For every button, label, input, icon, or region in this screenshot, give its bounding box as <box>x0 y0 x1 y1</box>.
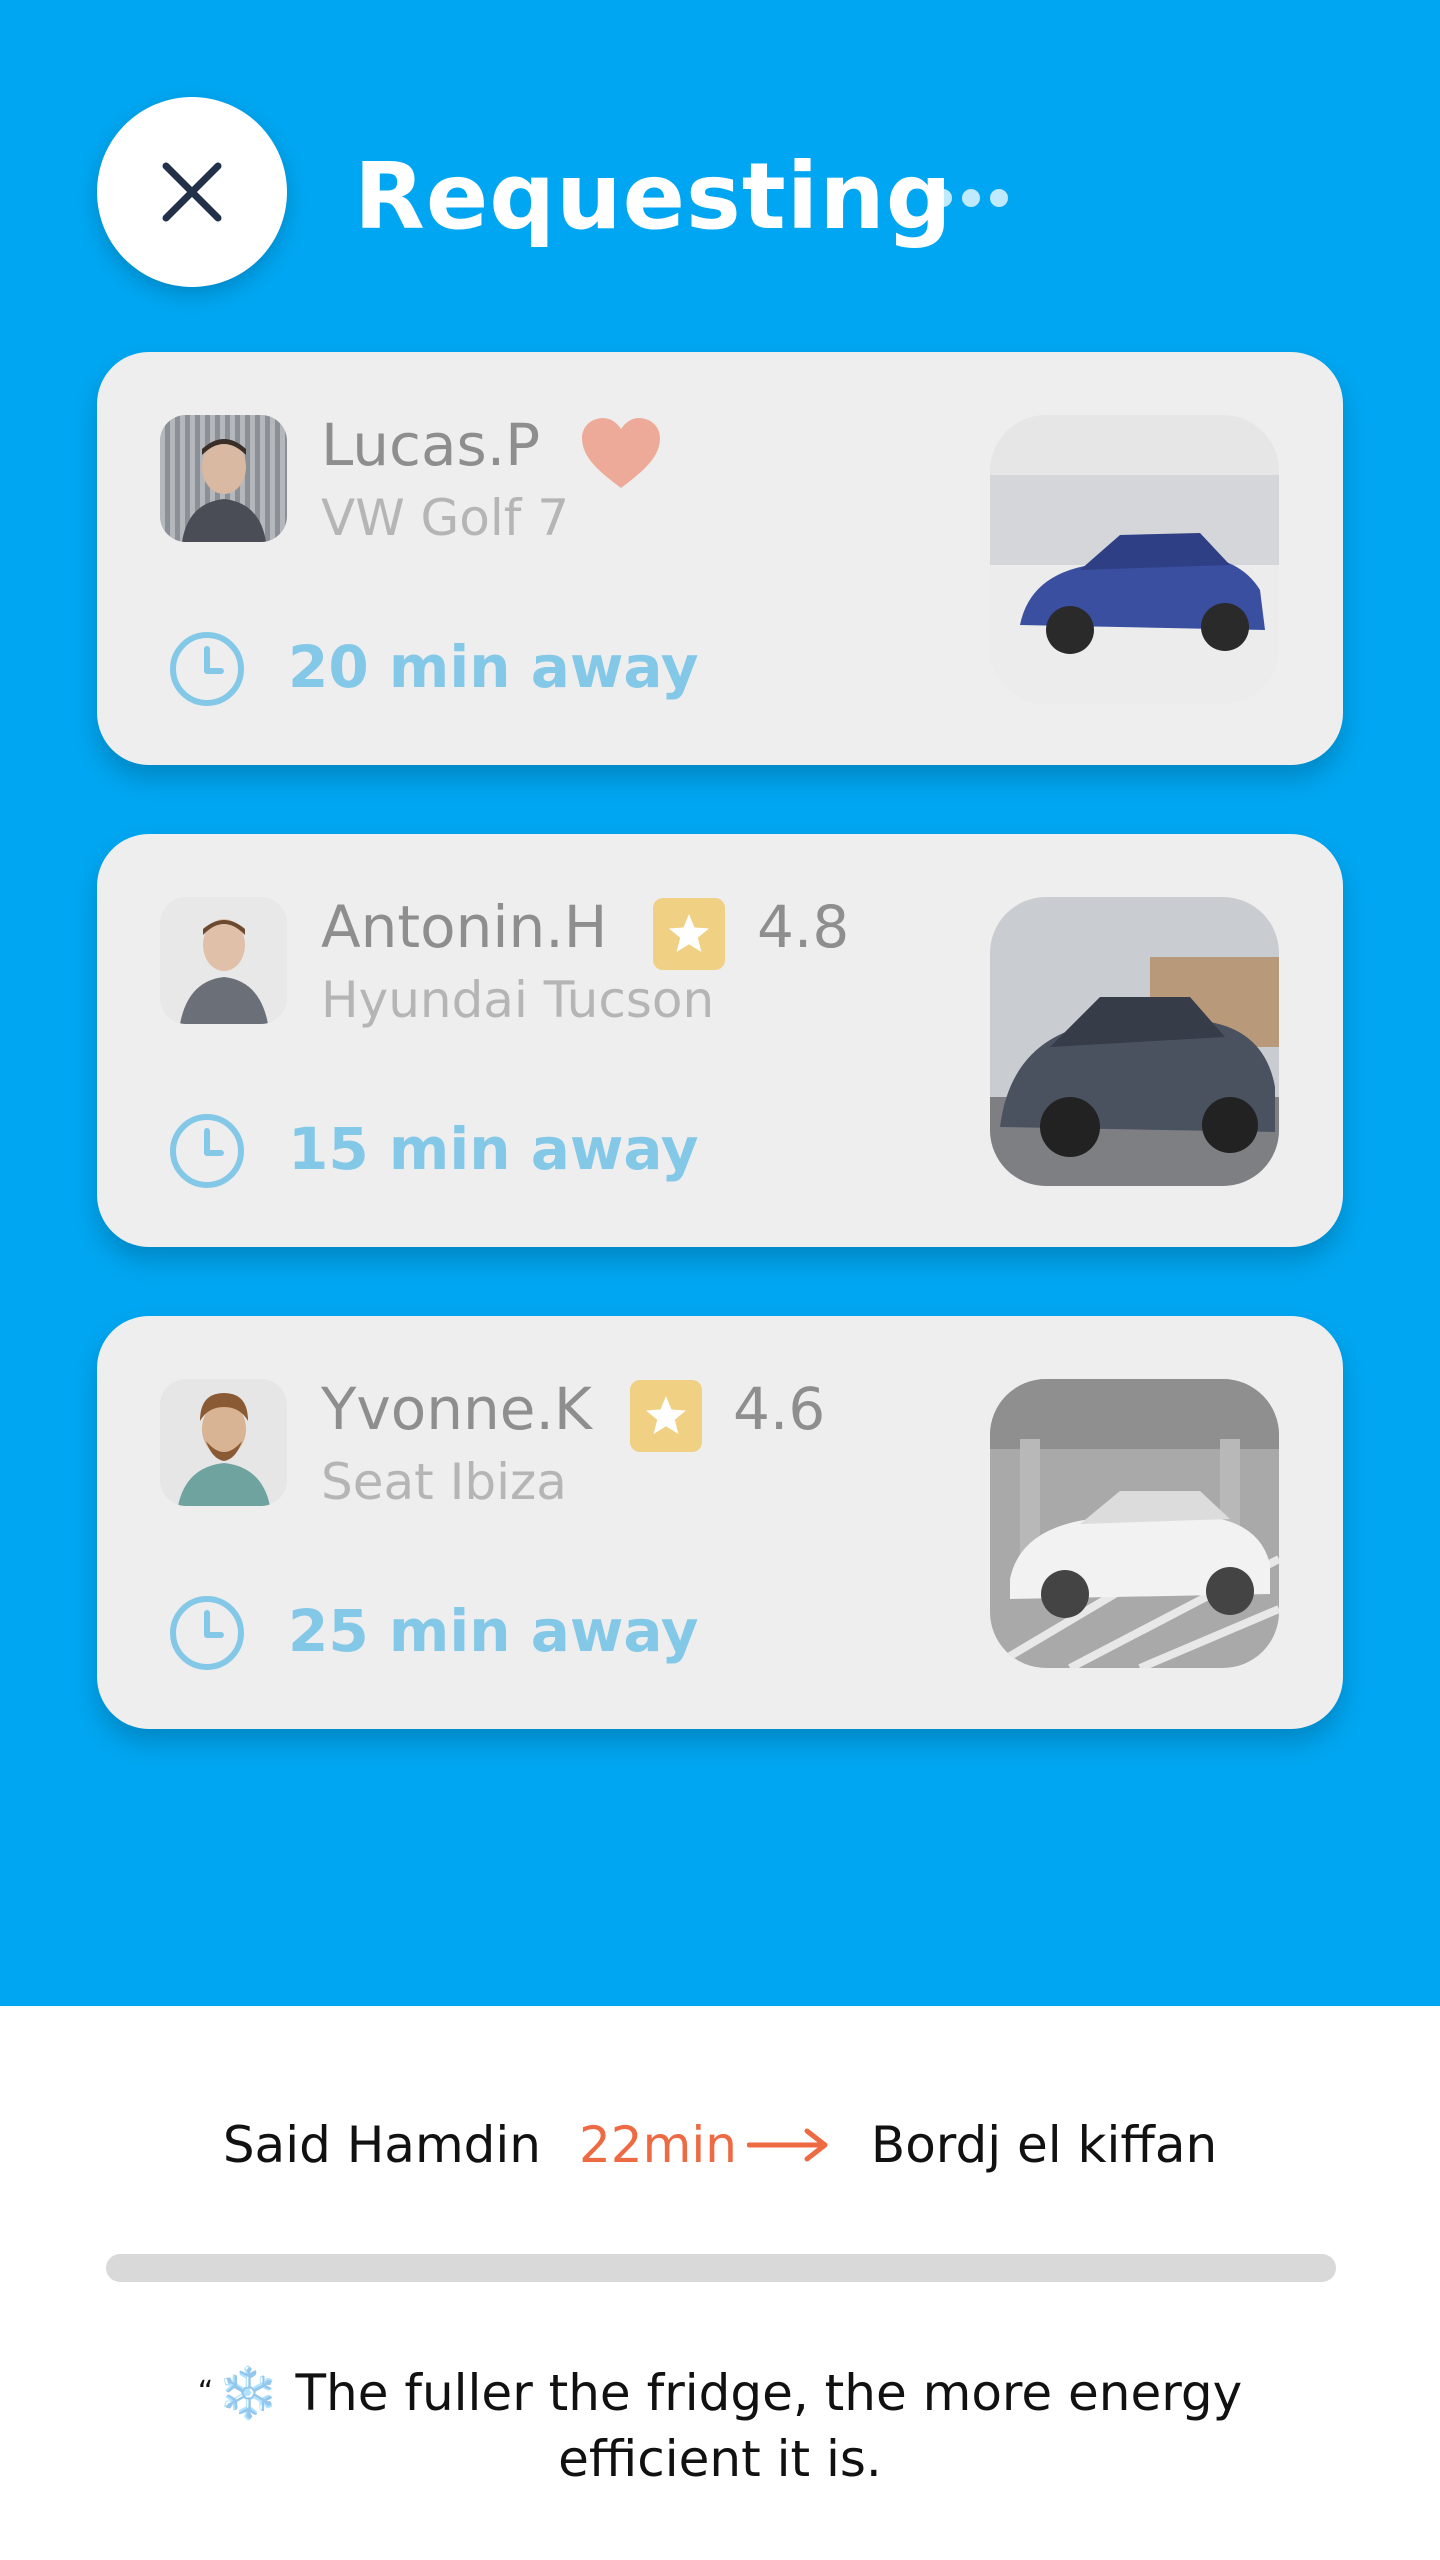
close-button[interactable] <box>97 97 287 287</box>
driver-card-lucas[interactable]: Lucas.P VW Golf 7 20 min away <box>97 352 1343 765</box>
progress-bar <box>106 2254 1336 2282</box>
avatar <box>160 897 287 1024</box>
avatar <box>160 415 287 542</box>
trip-duration: 22min <box>578 2116 737 2174</box>
arrow-right-icon <box>746 2125 831 2165</box>
clock-icon <box>170 1114 244 1188</box>
car-model: Seat Ibiza <box>321 1453 567 1511</box>
heart-icon <box>582 418 660 488</box>
tip-message: The fuller the fridge, the more energy e… <box>295 2364 1243 2488</box>
driver-rating: 4.8 <box>757 893 850 961</box>
car-photo <box>990 897 1279 1186</box>
trip-summary: Said Hamdin 22min Bordj el kiffan <box>0 2110 1440 2180</box>
eta-label: 15 min away <box>288 1115 699 1183</box>
driver-card-antonin[interactable]: Antonin.H 4.8 Hyundai Tucson 15 min away <box>97 834 1343 1247</box>
quote-mark: “ <box>197 2375 214 2410</box>
loading-dots-icon <box>934 189 1008 207</box>
eta-label: 25 min away <box>288 1597 699 1665</box>
driver-card-yvonne[interactable]: Yvonne.K 4.6 Seat Ibiza 25 min away <box>97 1316 1343 1729</box>
page-title: Requesting <box>354 143 953 250</box>
driver-name: Yvonne.K <box>321 1375 592 1443</box>
driver-rating: 4.6 <box>733 1375 826 1443</box>
trip-destination: Bordj el kiffan <box>870 2116 1218 2174</box>
car-model: VW Golf 7 <box>321 489 570 547</box>
star-icon <box>653 898 725 970</box>
trip-origin: Said Hamdin <box>222 2116 541 2174</box>
star-icon <box>630 1380 702 1452</box>
header-background: Requesting Lucas.P VW Golf 7 20 min away… <box>0 0 1440 2006</box>
avatar <box>160 1379 287 1506</box>
car-photo <box>990 415 1279 704</box>
driver-name: Antonin.H <box>321 893 608 961</box>
car-photo <box>990 1379 1279 1668</box>
close-icon <box>162 162 222 222</box>
clock-icon <box>170 632 244 706</box>
snowflake-icon: ❄️ <box>217 2364 280 2422</box>
eta-label: 20 min away <box>288 633 699 701</box>
car-model: Hyundai Tucson <box>321 971 715 1029</box>
driver-name: Lucas.P <box>321 411 541 479</box>
clock-icon <box>170 1596 244 1670</box>
tip-text: “❄️ The fuller the fridge, the more ener… <box>150 2360 1290 2492</box>
